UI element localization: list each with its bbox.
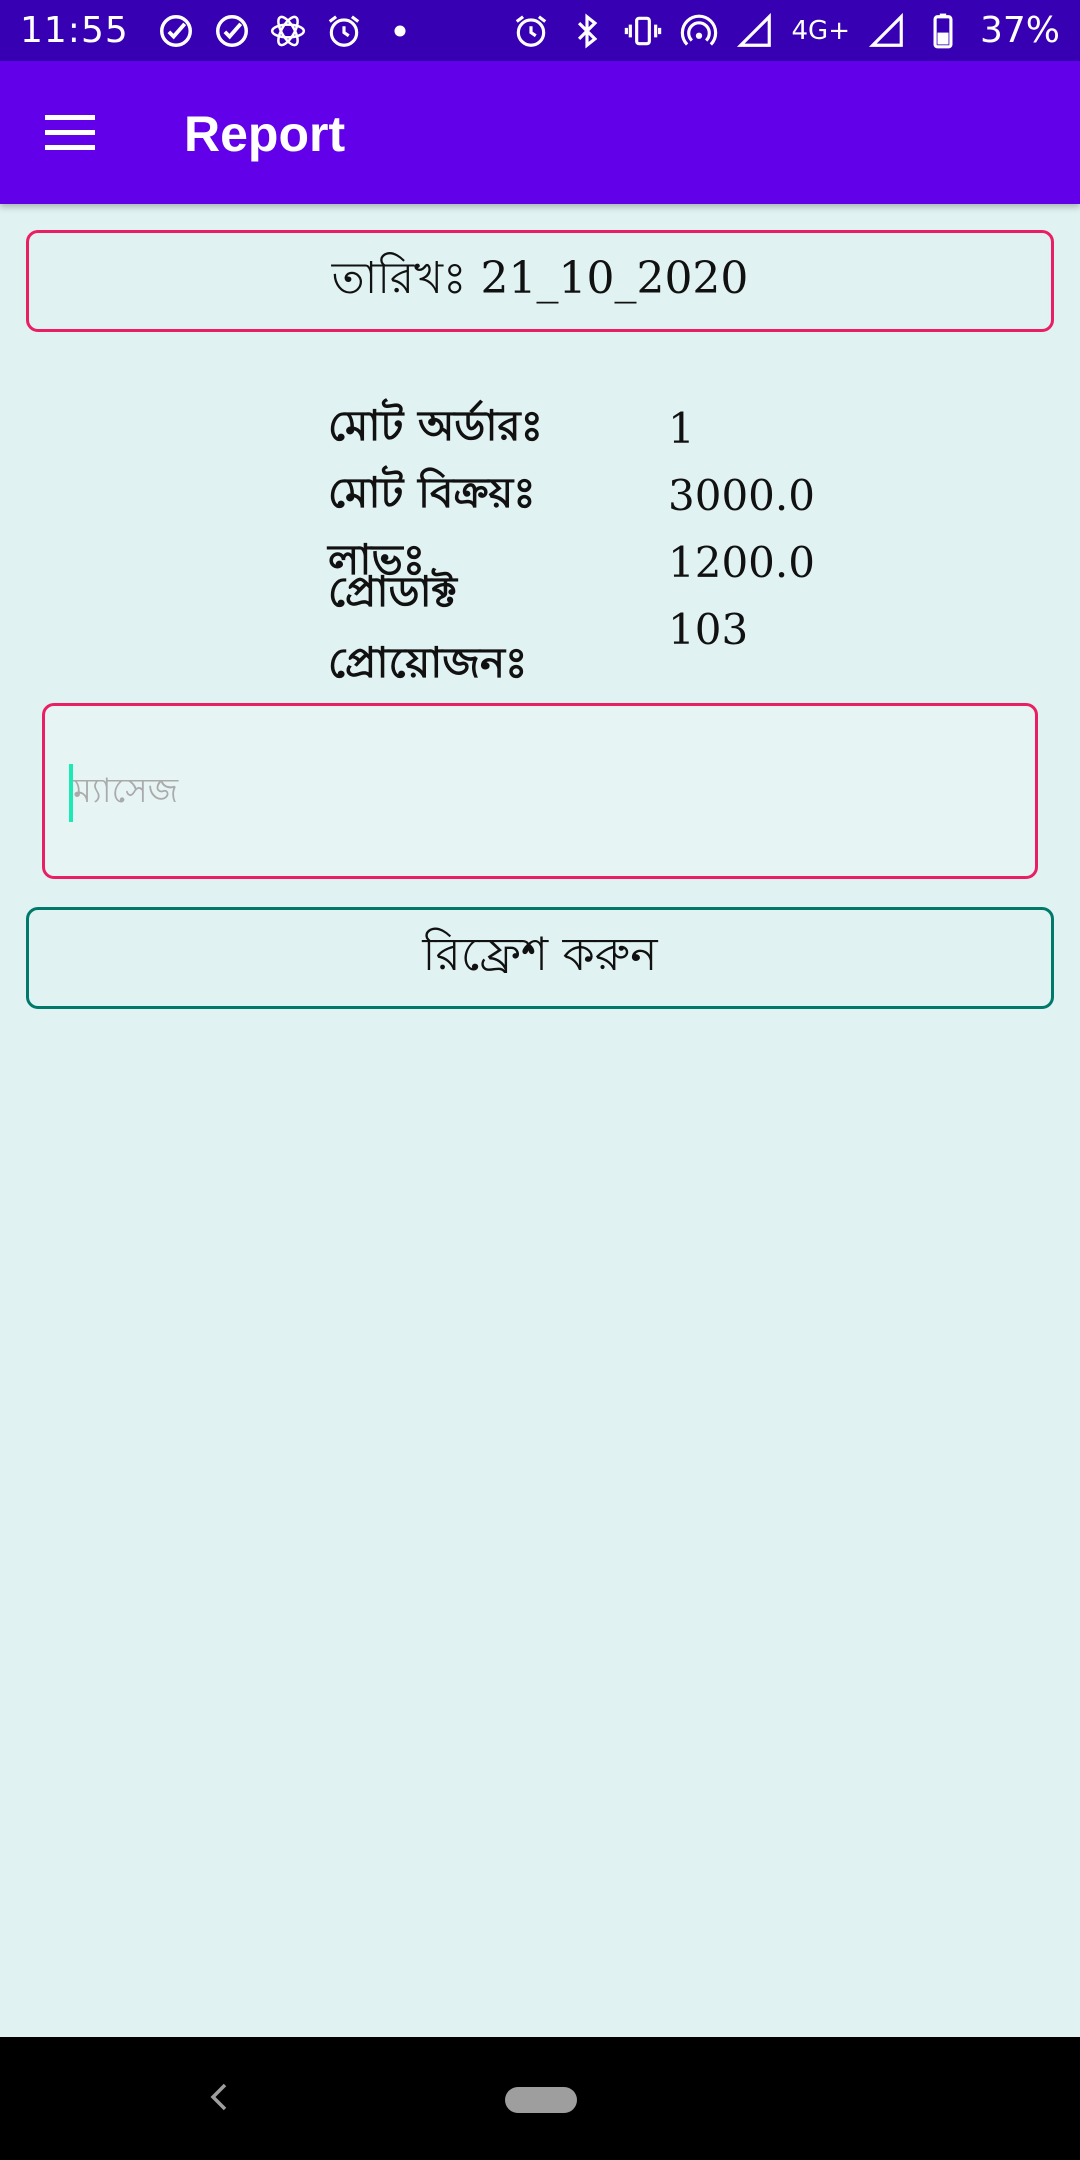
stat-value: 1 (668, 404, 695, 453)
refresh-button[interactable]: রিফ্রেশ করুন (26, 907, 1054, 1009)
check-circle-icon (213, 12, 251, 50)
message-field[interactable] (42, 703, 1038, 879)
bluetooth-icon (568, 12, 606, 50)
alarm-icon (325, 12, 363, 50)
message-input[interactable] (69, 761, 977, 821)
hamburger-menu-icon (45, 115, 95, 150)
refresh-button-label: রিফ্রেশ করুন (422, 927, 658, 981)
stat-label: প্রোডাক্ট প্রোয়োজনঃ (328, 566, 528, 687)
alarm-icon (512, 12, 550, 50)
check-circle-icon (157, 12, 195, 50)
battery-icon (924, 12, 962, 50)
date-display: তারিখঃ 21_10_2020 (26, 230, 1054, 332)
back-button[interactable] (200, 2077, 240, 2117)
stat-label: মোট বিক্রয়ঃ (328, 468, 536, 517)
report-stats: মোট অর্ডারঃ 1 মোট বিক্রয়ঃ 3000.0 লাভঃ 1… (328, 395, 848, 687)
stat-value: 1200.0 (668, 538, 815, 587)
stat-row-total-orders: মোট অর্ডারঃ 1 (328, 395, 848, 462)
stat-value: 103 (668, 605, 749, 654)
dot-icon (381, 12, 419, 50)
stat-row-products-needed: প্রোডাক্ট প্রোয়োজনঃ 103 (328, 567, 848, 687)
text-cursor (69, 764, 73, 822)
app-bar: Report (0, 61, 1080, 204)
system-nav-bar (0, 2037, 1080, 2160)
atom-icon (269, 12, 307, 50)
status-right: 4G+ 37% (512, 10, 1060, 51)
stat-label: মোট অর্ডারঃ (328, 401, 544, 450)
signal-icon (736, 12, 774, 50)
date-text: তারিখঃ 21_10_2020 (331, 252, 749, 304)
home-pill-button[interactable] (505, 2087, 577, 2113)
status-time: 11:55 (20, 10, 129, 51)
hamburger-menu-button[interactable] (38, 103, 102, 163)
back-chevron-icon (210, 2083, 227, 2111)
stat-value: 3000.0 (668, 471, 815, 520)
hotspot-icon (680, 12, 718, 50)
page-title: Report (184, 106, 346, 162)
status-left: 11:55 (20, 10, 419, 51)
stat-row-total-sales: মোট বিক্রয়ঃ 3000.0 (328, 462, 848, 529)
network-type: 4G+ (791, 15, 850, 46)
signal-icon (868, 12, 906, 50)
status-bar: 11:55 4G+ 37% (0, 0, 1080, 61)
vibrate-icon (624, 12, 662, 50)
battery-percent: 37% (979, 10, 1060, 51)
